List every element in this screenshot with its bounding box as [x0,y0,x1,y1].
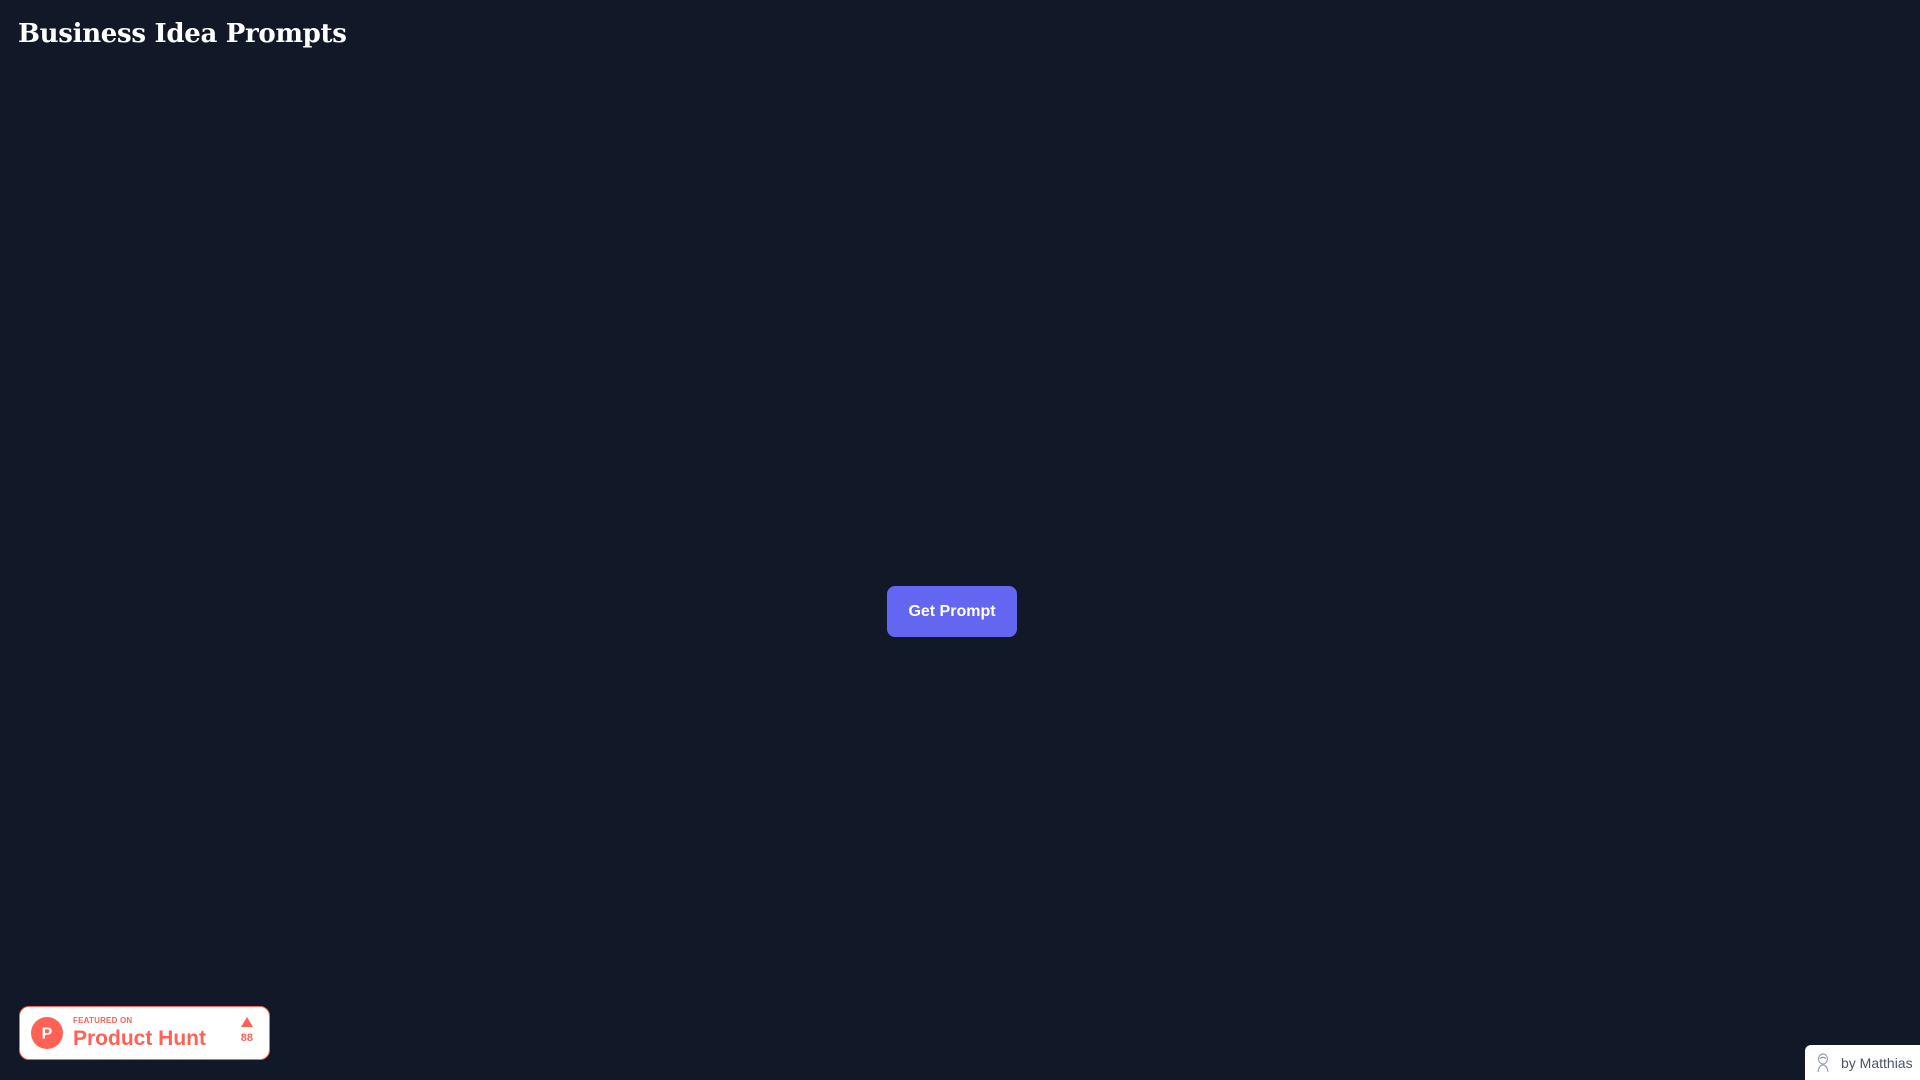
author-credit-link[interactable]: by Matthias [1805,1045,1920,1080]
upvote-count: 88 [240,1032,253,1044]
avatar-sketch-icon [1817,1052,1829,1072]
product-hunt-badge[interactable]: P FEATURED ON Product Hunt 88 [19,1006,270,1060]
product-hunt-logo-letter: P [42,1026,53,1043]
product-hunt-badge-text: FEATURED ON Product Hunt [73,1016,206,1050]
product-hunt-name: Product Hunt [73,1027,206,1050]
page-title: Business Idea Prompts [18,19,347,49]
featured-on-label: FEATURED ON [73,1016,133,1025]
product-hunt-logo-icon: P [31,1017,63,1049]
get-prompt-button[interactable]: Get Prompt [887,586,1017,637]
upvote-counter: 88 [241,1017,253,1044]
upvote-triangle-icon [240,1017,253,1027]
author-label: by Matthias [1841,1054,1913,1071]
